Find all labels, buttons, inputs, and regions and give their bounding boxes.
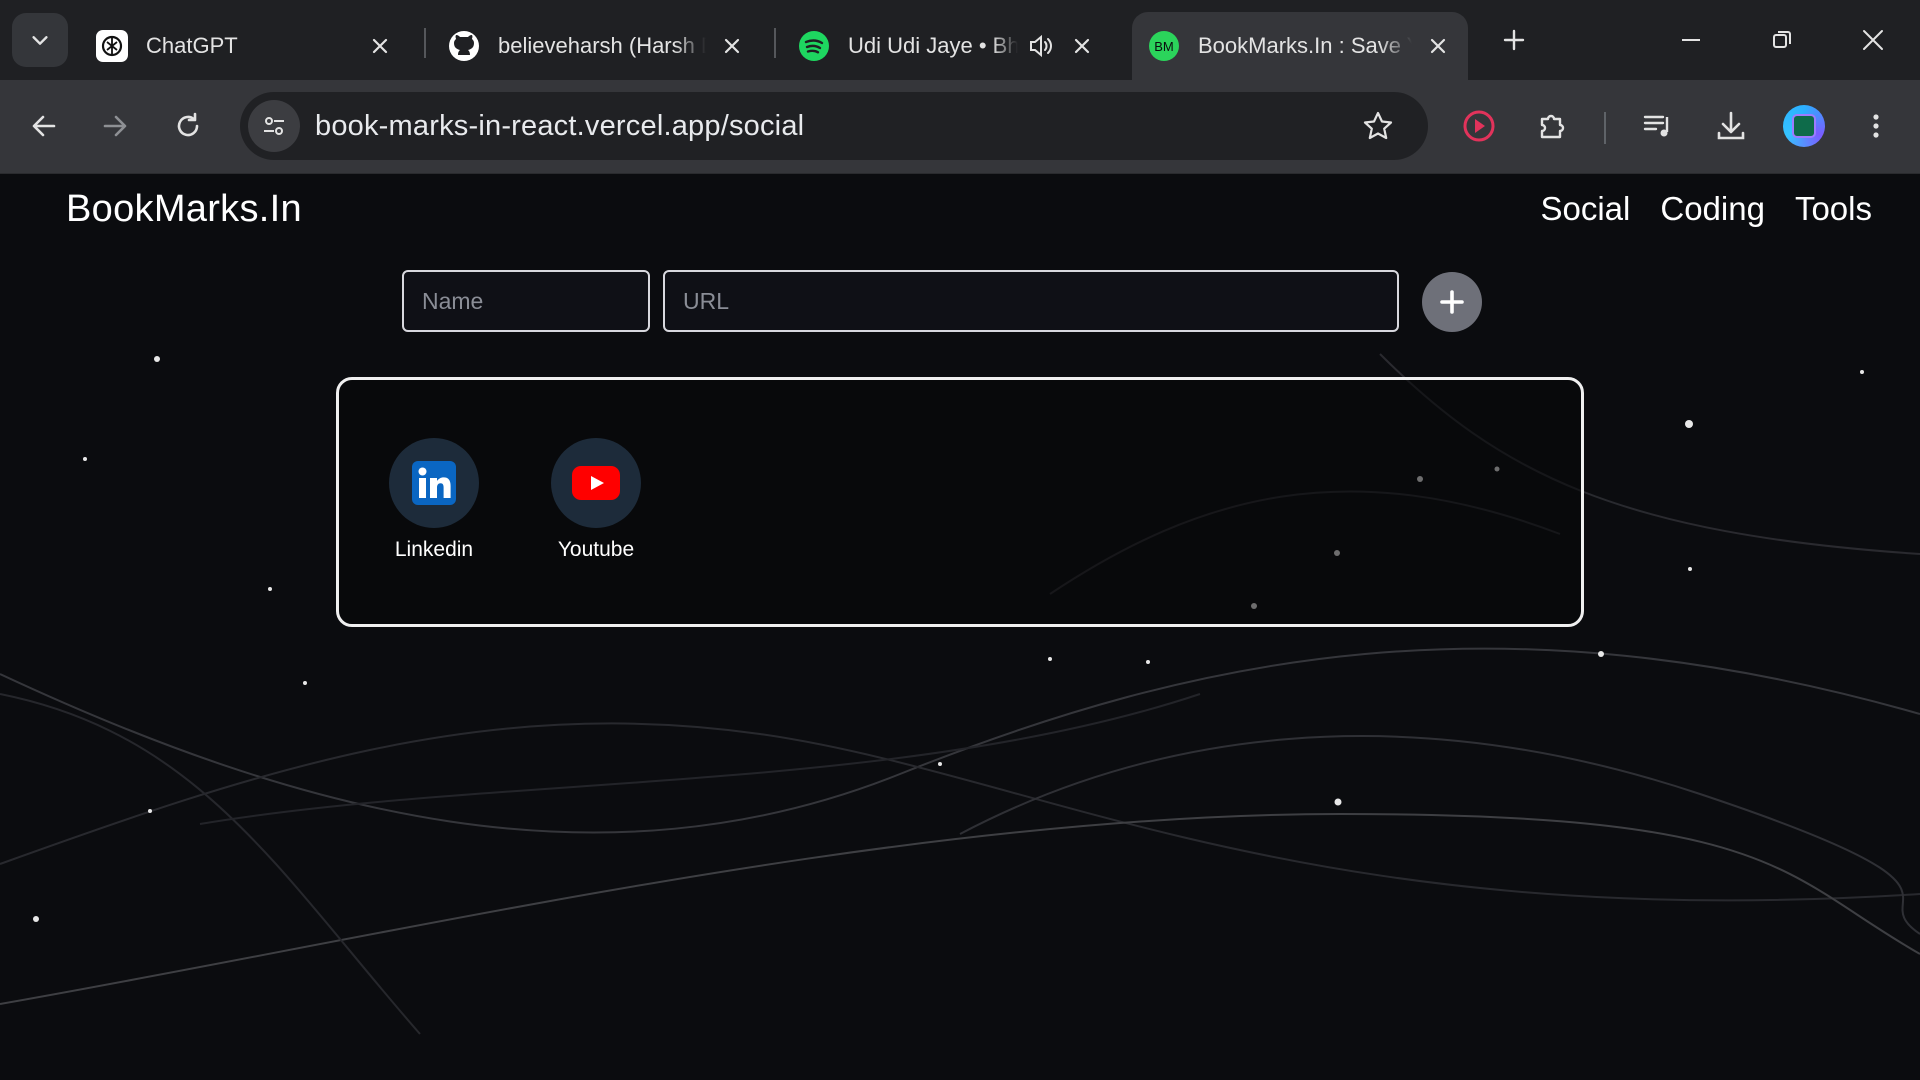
site-info-button[interactable] <box>248 100 300 152</box>
extensions-button[interactable] <box>1531 104 1575 148</box>
media-control-button[interactable] <box>1636 104 1680 148</box>
plus-icon <box>1440 290 1464 314</box>
chatgpt-icon <box>96 30 128 62</box>
web-page: BookMarks.In Social Coding Tools Linkedi… <box>0 174 1920 1080</box>
bookmark-item-youtube[interactable]: Youtube <box>541 438 651 562</box>
close-window-button[interactable] <box>1853 20 1893 60</box>
browser-toolbar: book-marks-in-react.vercel.app/social <box>0 80 1920 174</box>
reload-button[interactable] <box>166 104 210 148</box>
bookmark-label: Youtube <box>557 538 635 561</box>
browser-menu-button[interactable] <box>1854 104 1898 148</box>
bookmark-item-linkedin[interactable]: Linkedin <box>379 438 489 562</box>
downloads-button[interactable] <box>1709 104 1753 148</box>
arrow-left-icon <box>32 115 56 137</box>
tab-title: believeharsh (Harsh Dixit) <box>498 33 706 58</box>
plus-icon <box>1503 29 1525 51</box>
minimize-button[interactable] <box>1671 20 1711 60</box>
brand-logo[interactable]: BookMarks.In <box>66 188 302 231</box>
forward-button[interactable] <box>93 104 137 148</box>
tab-title: BookMarks.In : Save Your Bookmarks <box>1198 33 1412 58</box>
back-button[interactable] <box>22 104 66 148</box>
bookmark-label: Linkedin <box>394 538 474 561</box>
close-icon[interactable] <box>718 32 746 60</box>
record-play-icon <box>1463 110 1495 142</box>
close-icon[interactable] <box>1424 32 1452 60</box>
close-icon[interactable] <box>366 32 394 60</box>
speaker-icon[interactable] <box>1026 31 1056 61</box>
close-icon[interactable] <box>1068 32 1096 60</box>
github-icon <box>448 30 480 62</box>
profile-avatar[interactable] <box>1783 105 1825 147</box>
star-icon <box>1363 111 1393 140</box>
tune-icon <box>264 117 284 135</box>
tab-separator <box>424 28 426 58</box>
nav-coding[interactable]: Coding <box>1660 190 1765 228</box>
chevron-down-icon <box>32 36 48 45</box>
tab-title: ChatGPT <box>146 33 238 58</box>
spotify-icon <box>798 30 830 62</box>
url-text[interactable]: book-marks-in-react.vercel.app/social <box>315 110 804 143</box>
bm-favicon: BM <box>1148 30 1180 62</box>
more-vert-icon <box>1873 114 1879 138</box>
tab-bookmarks[interactable]: BM BookMarks.In : Save Your Bookmarks <box>1132 12 1468 80</box>
bookmarks-panel: Linkedin Youtube <box>336 377 1584 627</box>
bookmark-url-input[interactable] <box>663 270 1399 332</box>
restore-icon <box>1773 31 1791 48</box>
add-bookmark-button[interactable] <box>1422 272 1482 332</box>
restore-button[interactable] <box>1762 20 1802 60</box>
extension-record-button[interactable] <box>1457 104 1501 148</box>
tab-separator <box>774 28 776 58</box>
tab-spotify[interactable]: Udi Udi Jaye • Bhoomi <box>782 12 1112 80</box>
nav-social[interactable]: Social <box>1540 190 1630 228</box>
avatar-image <box>1792 114 1816 138</box>
bookmark-name-input[interactable] <box>402 270 650 332</box>
arrow-right-icon <box>103 115 127 137</box>
puzzle-icon <box>1540 114 1565 139</box>
linkedin-icon <box>389 438 479 528</box>
nav-tools[interactable]: Tools <box>1795 190 1872 228</box>
main-nav: Social Coding Tools <box>1540 190 1872 228</box>
tab-strip: ChatGPT believeharsh (Harsh Dixit) Udi U… <box>0 0 1920 80</box>
tab-title: Udi Udi Jaye • Bhoomi <box>848 33 1018 58</box>
close-icon <box>1863 30 1883 50</box>
toolbar-divider <box>1604 112 1606 144</box>
favicon-text: BM <box>1154 39 1174 54</box>
tab-chatgpt[interactable]: ChatGPT <box>80 12 410 80</box>
new-tab-button[interactable] <box>1496 22 1532 58</box>
download-icon <box>1717 111 1745 140</box>
address-bar[interactable]: book-marks-in-react.vercel.app/social <box>240 92 1428 160</box>
tab-search-button[interactable] <box>12 13 68 67</box>
bookmark-star-button[interactable] <box>1360 108 1396 144</box>
minimize-icon <box>1682 39 1700 41</box>
youtube-icon <box>551 438 641 528</box>
reload-icon <box>177 112 199 137</box>
playlist-music-icon <box>1643 115 1669 137</box>
tab-github[interactable]: believeharsh (Harsh Dixit) <box>432 12 762 80</box>
